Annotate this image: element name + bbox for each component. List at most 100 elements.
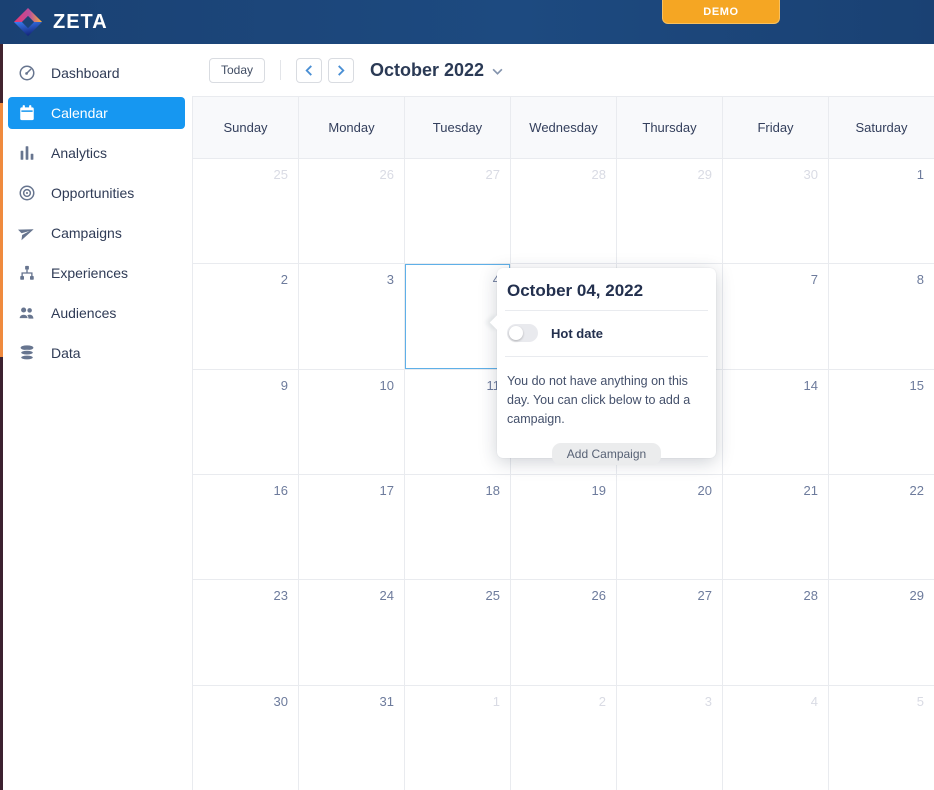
prev-month-button[interactable]: [296, 58, 322, 83]
database-icon: [18, 344, 36, 362]
day-number: 26: [380, 167, 394, 182]
calendar-day-cell[interactable]: 16: [193, 475, 299, 579]
day-number: 24: [380, 588, 394, 603]
calendar-day-cell[interactable]: 26: [511, 580, 617, 684]
day-number: 29: [910, 588, 924, 603]
weekday-label: Sunday: [193, 97, 299, 158]
sidebar-item-experiences[interactable]: Experiences: [0, 253, 192, 293]
calendar-day-cell[interactable]: 9: [193, 370, 299, 474]
sidebar-item-audiences[interactable]: Audiences: [0, 293, 192, 333]
month-title-label: October 2022: [370, 60, 484, 81]
calendar-day-cell[interactable]: 27: [405, 159, 511, 263]
calendar-day-cell[interactable]: 3: [299, 264, 405, 368]
next-month-button[interactable]: [328, 58, 354, 83]
day-number: 4: [811, 694, 818, 709]
calendar-day-cell[interactable]: 25: [405, 580, 511, 684]
month-title-dropdown[interactable]: October 2022: [370, 60, 503, 81]
sidebar-item-label: Experiences: [51, 265, 128, 281]
day-number: 2: [281, 272, 288, 287]
calendar-day-cell[interactable]: 15: [829, 370, 934, 474]
day-number: 23: [274, 588, 288, 603]
calendar-day-cell[interactable]: 28: [723, 580, 829, 684]
brand-name: ZETA: [53, 11, 108, 34]
calendar-day-cell[interactable]: 19: [511, 475, 617, 579]
calendar-week-row: 3031 12 3 4 5: [193, 686, 934, 790]
day-number: 17: [380, 483, 394, 498]
sidebar-item-dashboard[interactable]: Dashboard: [0, 53, 192, 93]
chevron-down-icon: [492, 68, 503, 75]
sidebar-item-calendar[interactable]: Calendar: [8, 97, 185, 129]
popover-date-title: October 04, 2022: [497, 268, 716, 310]
sidebar-item-label: Calendar: [51, 105, 108, 121]
calendar-day-cell[interactable]: 10: [299, 370, 405, 474]
sidebar-item-data[interactable]: Data: [0, 333, 192, 373]
bar-chart-icon: [18, 144, 36, 162]
calendar-day-cell[interactable]: 29: [829, 580, 934, 684]
day-number: 27: [486, 167, 500, 182]
calendar-week-row: 23 24 25 26 2728 29: [193, 580, 934, 685]
dashboard-gauge-icon: [18, 64, 36, 82]
calendar-day-cell[interactable]: 8: [829, 264, 934, 368]
calendar-day-cell[interactable]: 1: [405, 686, 511, 790]
day-number: 8: [917, 272, 924, 287]
day-number: 26: [592, 588, 606, 603]
calendar-day-cell[interactable]: 24: [299, 580, 405, 684]
weekday-label: Friday: [723, 97, 829, 158]
day-number: 28: [592, 167, 606, 182]
calendar-day-cell[interactable]: 18: [405, 475, 511, 579]
sidebar-item-label: Opportunities: [51, 185, 134, 201]
day-number: 14: [804, 378, 818, 393]
calendar-day-cell[interactable]: 29: [617, 159, 723, 263]
day-number: 7: [811, 272, 818, 287]
target-icon: [18, 184, 36, 202]
zeta-diamond-icon: [13, 7, 43, 37]
calendar-day-cell[interactable]: 30: [723, 159, 829, 263]
day-number: 1: [917, 167, 924, 182]
sidebar-item-label: Campaigns: [51, 225, 122, 241]
calendar-toolbar: Today October 2022: [192, 44, 934, 96]
calendar-day-cell[interactable]: 31: [299, 686, 405, 790]
calendar-day-cell[interactable]: 4: [723, 686, 829, 790]
calendar-day-cell[interactable]: 1: [829, 159, 934, 263]
calendar-day-cell[interactable]: 2: [511, 686, 617, 790]
calendar-day-cell[interactable]: 2: [193, 264, 299, 368]
calendar-day-cell[interactable]: 7: [723, 264, 829, 368]
calendar-day-cell[interactable]: 28: [511, 159, 617, 263]
weekday-label: Saturday: [829, 97, 934, 158]
calendar-day-cell[interactable]: 30: [193, 686, 299, 790]
calendar-day-cell[interactable]: 20: [617, 475, 723, 579]
day-number: 25: [486, 588, 500, 603]
day-number: 21: [804, 483, 818, 498]
flow-tree-icon: [18, 264, 36, 282]
day-number: 25: [274, 167, 288, 182]
background-window-edge: [0, 44, 3, 790]
day-number: 3: [705, 694, 712, 709]
calendar-day-cell[interactable]: 5: [829, 686, 934, 790]
calendar-day-cell[interactable]: 11: [405, 370, 511, 474]
sidebar-item-opportunities[interactable]: Opportunities: [0, 173, 192, 213]
day-number: 30: [804, 167, 818, 182]
calendar-day-cell[interactable]: 21: [723, 475, 829, 579]
calendar-day-cell[interactable]: 26: [299, 159, 405, 263]
brand-logo: ZETA: [13, 7, 108, 37]
calendar-day-cell[interactable]: 3: [617, 686, 723, 790]
day-number: 5: [917, 694, 924, 709]
sidebar-item-label: Dashboard: [51, 65, 120, 81]
chevron-right-icon: [337, 65, 345, 76]
calendar-day-cell[interactable]: 23: [193, 580, 299, 684]
weekday-header-row: SundayMondayTuesdayWednesdayThursdayFrid…: [193, 96, 934, 159]
calendar-day-cell[interactable]: 14: [723, 370, 829, 474]
sidebar-nav: Dashboard Calendar Analytics Opportunities C…: [0, 44, 192, 790]
hot-date-toggle[interactable]: [507, 324, 538, 342]
sidebar-item-campaigns[interactable]: Campaigns: [0, 213, 192, 253]
day-number: 1: [493, 694, 500, 709]
hot-date-label: Hot date: [551, 326, 603, 341]
sidebar-item-analytics[interactable]: Analytics: [0, 133, 192, 173]
calendar-day-cell[interactable]: 22: [829, 475, 934, 579]
add-campaign-button[interactable]: Add Campaign: [552, 443, 661, 465]
today-button[interactable]: Today: [209, 58, 265, 83]
calendar-day-cell[interactable]: 27: [617, 580, 723, 684]
calendar-day-cell[interactable]: 25: [193, 159, 299, 263]
calendar-day-cell[interactable]: 17: [299, 475, 405, 579]
sidebar-item-label: Analytics: [51, 145, 107, 161]
